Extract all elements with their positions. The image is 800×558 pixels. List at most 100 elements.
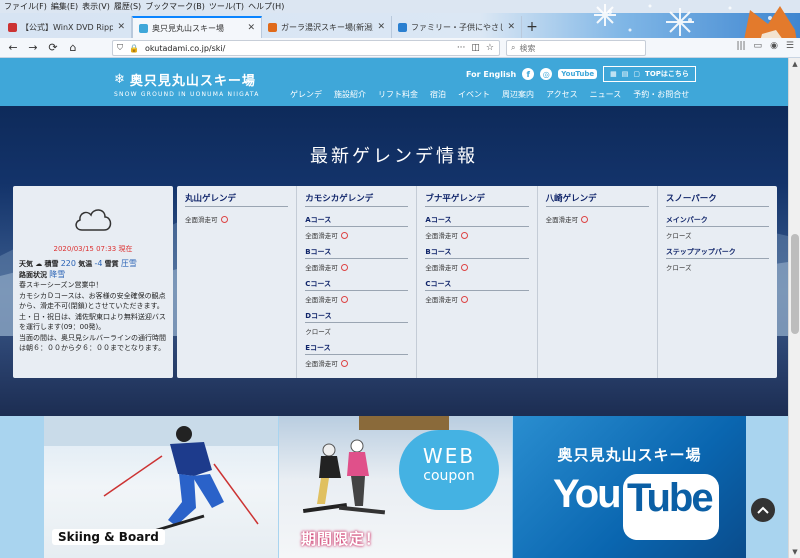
course-status: 全面滑走可	[305, 227, 408, 243]
english-link[interactable]: For English	[466, 70, 516, 79]
status-text: クローズ	[305, 328, 331, 336]
forward-icon[interactable]: →	[26, 41, 40, 55]
status-text: 全面滑走可	[425, 296, 458, 304]
scroll-thumb[interactable]	[791, 234, 799, 334]
youtube-link[interactable]: YouTube	[558, 69, 598, 79]
pocket-icon[interactable]: ◫	[471, 43, 480, 53]
search-box[interactable]: ⌕ 検索	[506, 40, 646, 56]
status-text: 全面滑走可	[545, 216, 579, 224]
menu-item[interactable]: 編集(E)	[51, 1, 78, 12]
status-text: 全面滑走可	[305, 296, 338, 304]
bookmark-star-icon[interactable]: ☆	[486, 43, 494, 53]
back-icon[interactable]: ←	[6, 41, 20, 55]
status-text: 全面滑走可	[305, 232, 338, 240]
road-status: 降雪	[49, 270, 66, 279]
open-circle-icon	[340, 359, 348, 367]
tab-label: 奥只見丸山スキー場	[152, 23, 224, 33]
status-text: 全面滑走可	[425, 232, 458, 240]
global-nav-item[interactable]: 周辺案内	[502, 89, 534, 100]
browser-tab[interactable]: ガーラ湯沢スキー場(新潟県湯沢町 ✕	[262, 16, 392, 38]
ski-board-banner[interactable]: Skiing & Board	[44, 416, 278, 558]
vertical-scrollbar[interactable]: ▲ ▼	[788, 58, 800, 558]
top-link-box[interactable]: ▦ ▤ ▢ TOPはこちら	[603, 66, 696, 82]
global-nav-item[interactable]: イベント	[458, 89, 490, 100]
home-icon[interactable]: ⌂	[66, 41, 80, 55]
lock-icon: 🔒	[129, 43, 139, 53]
area-title: カモシカゲレンデ	[305, 192, 409, 207]
menu-item[interactable]: 表示(V)	[82, 1, 110, 12]
tab-label: ガーラ湯沢スキー場(新潟県湯沢町	[281, 22, 373, 32]
global-nav-item[interactable]: リフト料金	[378, 89, 418, 100]
browser-tab[interactable]: 奥只見丸山スキー場 ✕	[132, 16, 262, 38]
close-icon[interactable]: ✕	[247, 23, 255, 33]
toolbar-icons: ||| ▭ ◉ ☰	[736, 41, 794, 51]
url-text[interactable]: okutadami.co.jp/ski/	[145, 44, 225, 53]
course-status: 全面滑走可	[305, 355, 408, 371]
library-icon[interactable]: |||	[736, 41, 745, 51]
global-nav-item[interactable]: ゲレンデ	[290, 89, 322, 100]
menu-item[interactable]: ファイル(F)	[4, 1, 47, 12]
search-placeholder: 検索	[519, 43, 536, 53]
close-icon[interactable]: ✕	[117, 22, 125, 32]
menu-icon[interactable]: ☰	[786, 41, 794, 51]
facebook-icon[interactable]: f	[522, 68, 535, 80]
open-circle-icon	[220, 215, 228, 223]
tab-bar: 【公式】WinX DVD Ripper Platin✕奥只見丸山スキー場✕ガーラ…	[0, 13, 800, 38]
browser-tab[interactable]: 【公式】WinX DVD Ripper Platin ✕	[2, 16, 132, 38]
browser-tab[interactable]: ファミリー・子供にやさしい群馬の日 ✕	[392, 16, 522, 38]
browser-window: ファイル(F) 編集(E) 表示(V) 履歴(S) ブックマーク(B) ツール(T) ヘルプ…	[0, 0, 800, 558]
calendar-icon: ▤	[621, 70, 629, 78]
course-status: 全面滑走可	[425, 259, 528, 275]
header-utility: For English f ◎ YouTube ▦ ▤ ▢ TOPはこちら	[466, 66, 696, 82]
open-circle-icon	[340, 295, 348, 303]
youtube-logo-you: You	[553, 472, 622, 516]
menu-item[interactable]: 履歴(S)	[114, 1, 141, 12]
top-link: TOPはこちら	[645, 70, 689, 78]
weather-notice: 春スキーシーズン営業中！ カモシカＤコースは、お客様の安全確保の観点から、滑走不…	[19, 281, 166, 352]
temperature: -4	[94, 259, 103, 268]
global-nav-item[interactable]: 施設紹介	[334, 89, 366, 100]
tab-label: ファミリー・子供にやさしい群馬の日	[411, 22, 503, 32]
global-nav-item[interactable]: 宿泊	[430, 89, 446, 100]
road-row: 路面状況 降雪	[19, 270, 66, 279]
tab-favicon-icon	[268, 22, 277, 32]
global-nav-item[interactable]: 予約・お問合せ	[633, 89, 689, 100]
course-name: ステップアップパーク	[665, 243, 770, 259]
page-top-button[interactable]	[751, 498, 775, 522]
instagram-icon[interactable]: ◎	[540, 68, 553, 80]
menu-item[interactable]: ブックマーク(B)	[145, 1, 205, 12]
menu-item[interactable]: ヘルプ(H)	[248, 1, 284, 12]
reload-icon[interactable]: ⟳	[46, 41, 60, 55]
navigation-toolbar: ← → ⟳ ⌂ ⛉ 🔒 okutadami.co.jp/ski/ ··· ◫ ☆…	[0, 38, 800, 58]
course-name: メインパーク	[665, 211, 770, 227]
new-tab-button[interactable]: +	[522, 16, 542, 38]
web-text: WEB	[422, 444, 476, 468]
scroll-up-arrow[interactable]: ▲	[789, 58, 800, 70]
close-icon[interactable]: ✕	[507, 22, 515, 32]
web-coupon-banner[interactable]: WEB coupon 期間限定！	[279, 416, 512, 558]
global-nav-item[interactable]: ニュース	[590, 89, 622, 100]
address-bar[interactable]: ⛉ 🔒 okutadami.co.jp/ski/ ··· ◫ ☆	[112, 40, 500, 56]
more-icon[interactable]: ···	[457, 43, 466, 53]
slope-status-panel: 丸山ゲレンデ 全面滑走可 カモシカゲレンデ Aコース 全面滑走可 Bコース 全面滑走可 Cコー…	[177, 186, 777, 378]
sidebar-icon[interactable]: ▭	[754, 41, 763, 51]
weather-date: 2020/03/15 07:33 現在	[53, 245, 133, 253]
chevron-up-icon	[757, 506, 769, 514]
menu-bar: ファイル(F) 編集(E) 表示(V) 履歴(S) ブックマーク(B) ツール(T) ヘルプ…	[0, 0, 800, 13]
logo-name: 奥只見丸山スキー場	[129, 74, 256, 89]
grid-icon: ▦	[610, 70, 617, 78]
site-logo[interactable]: ❄ 奥只見丸山スキー場 SNOW GROUND IN UONUMA NIIGATA	[114, 70, 260, 98]
global-nav-item[interactable]: アクセス	[546, 89, 578, 100]
extension-icon[interactable]: ◉	[770, 41, 778, 51]
course-name: Bコース	[305, 243, 409, 259]
youtube-banner[interactable]: 奥只見丸山スキー場 You Tube	[513, 416, 746, 558]
scroll-down-arrow[interactable]: ▼	[789, 546, 800, 558]
close-icon[interactable]: ✕	[377, 22, 385, 32]
menu-item[interactable]: ツール(T)	[209, 1, 244, 12]
area-title: ブナ平ゲレンデ	[425, 192, 529, 207]
hero-title: 最新ゲレンデ情報	[310, 146, 478, 167]
area-column: スノーパーク メインパーク クローズ ステップアップパーク クローズ	[658, 186, 777, 378]
status-text: 全面滑走可	[305, 264, 338, 272]
course-status: 全面滑走可	[425, 227, 528, 243]
youtube-logo-tube: Tube	[627, 476, 714, 520]
